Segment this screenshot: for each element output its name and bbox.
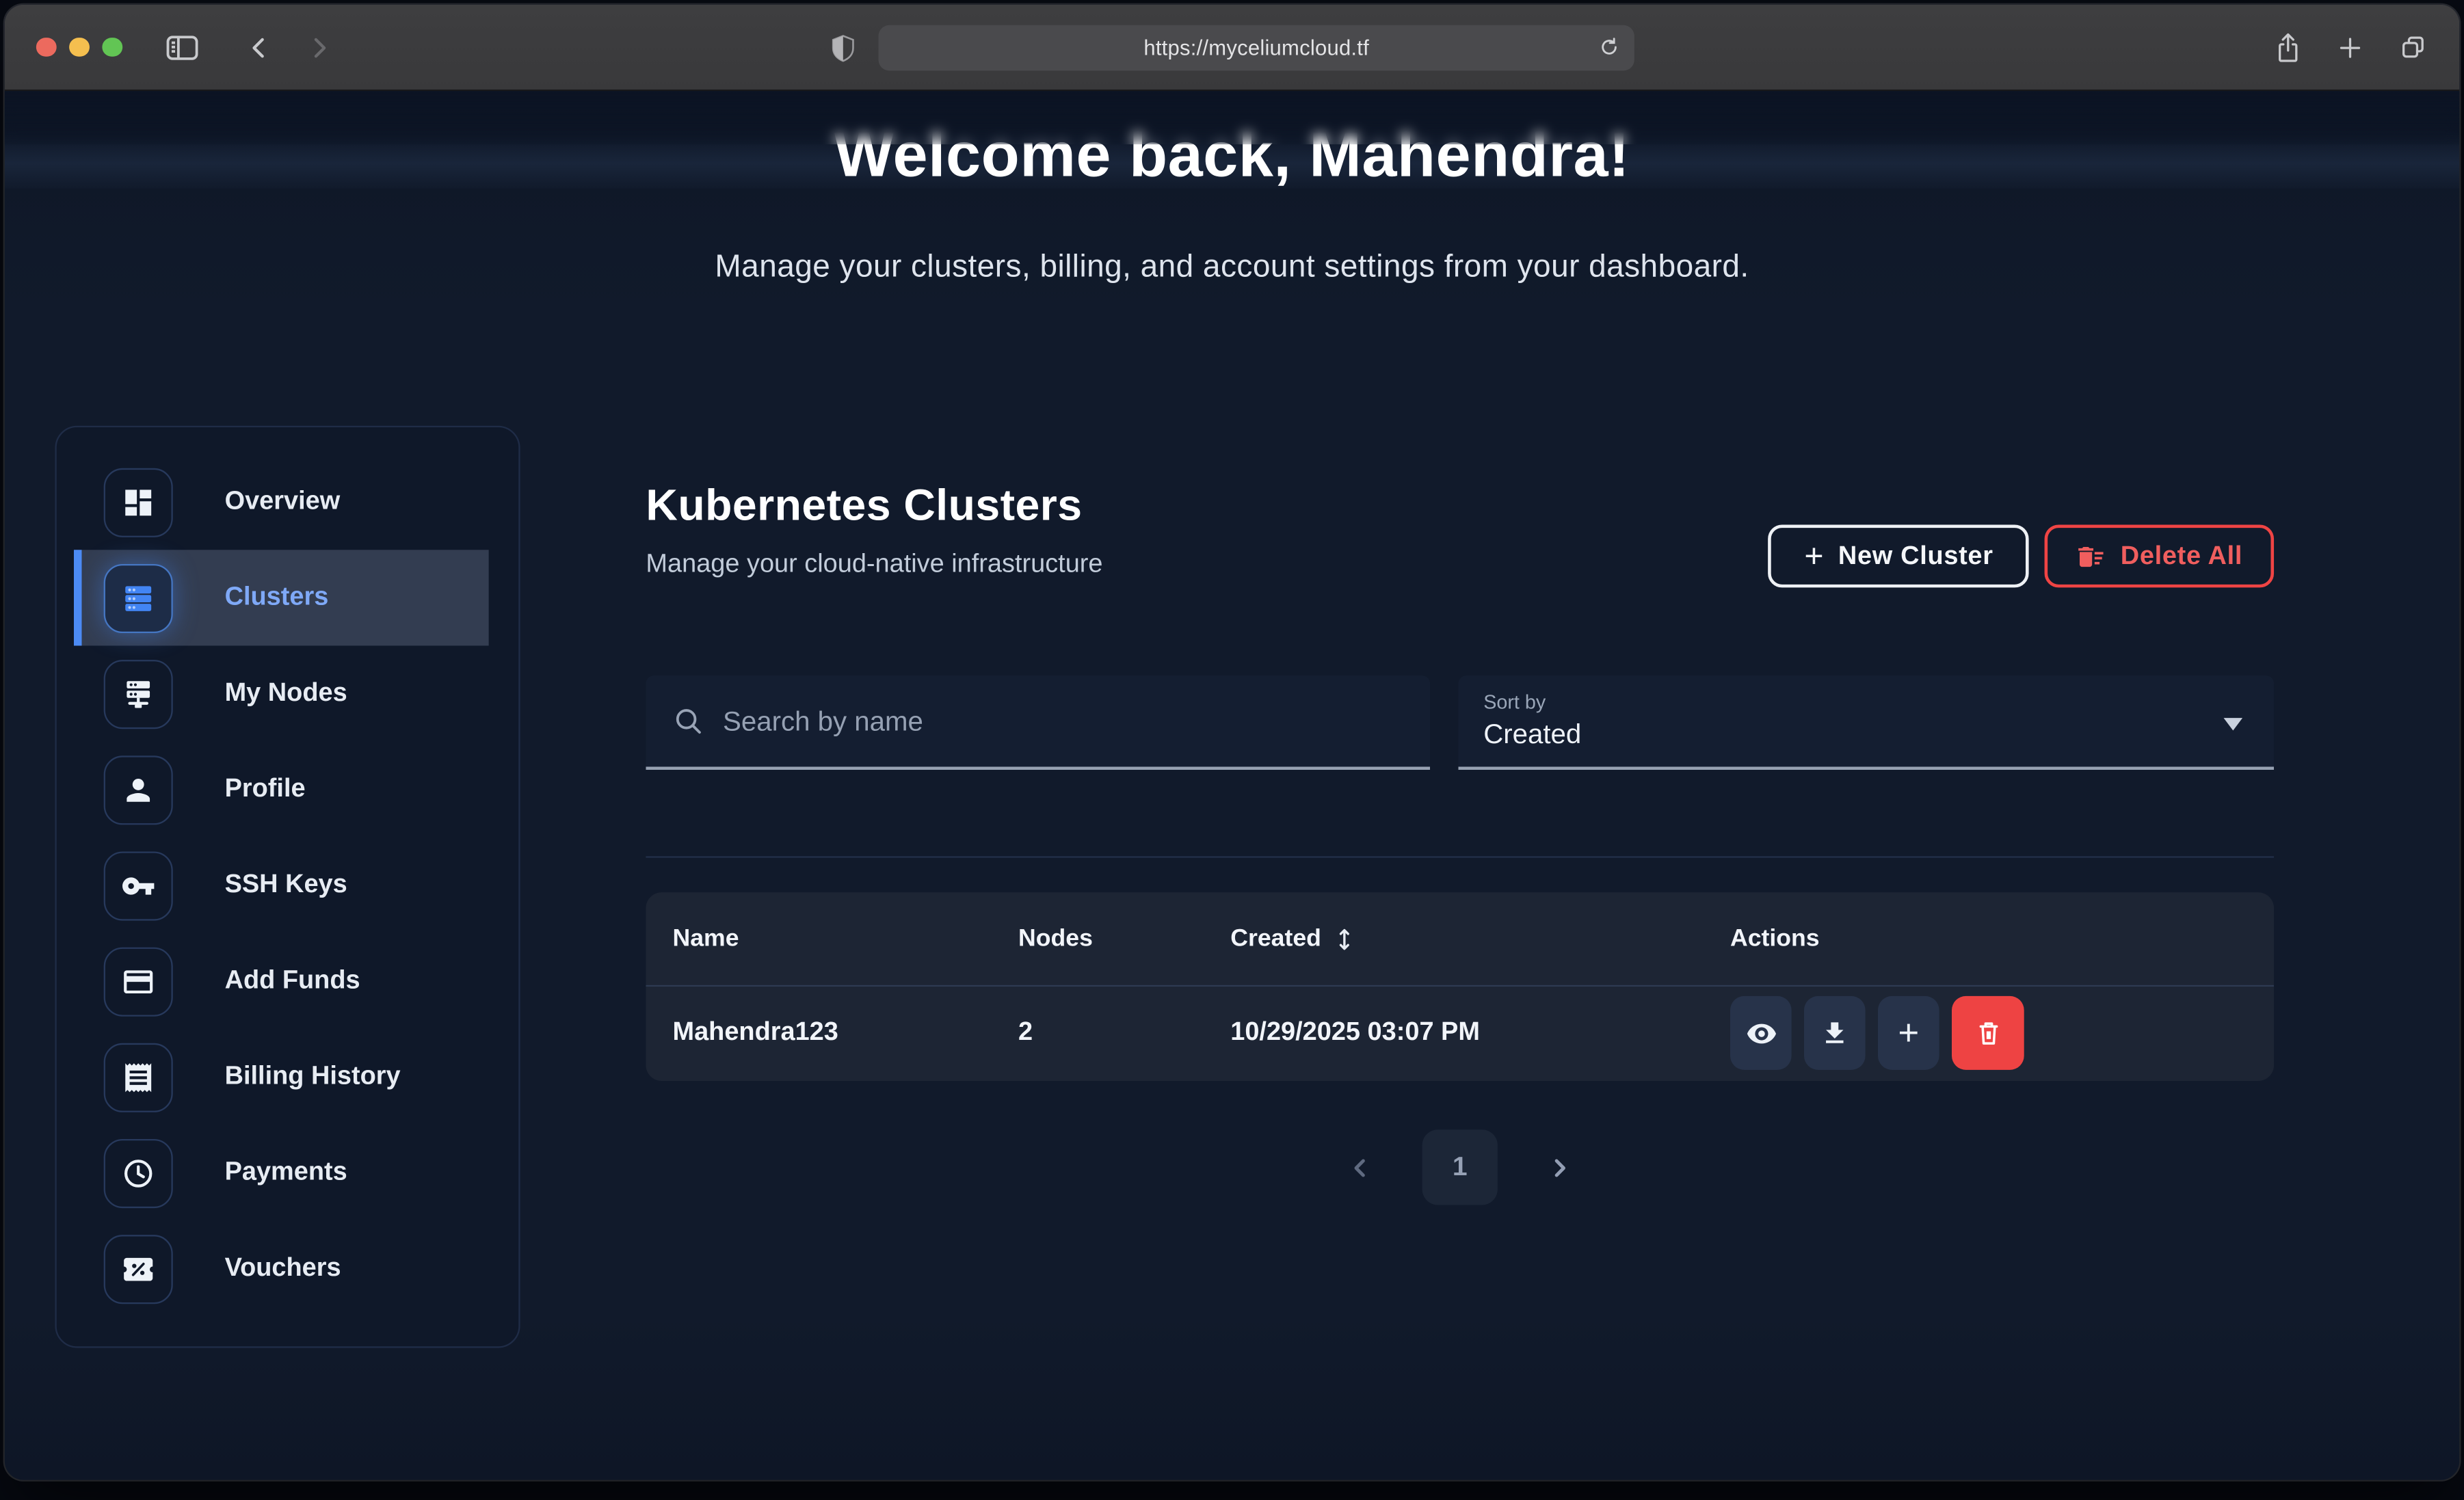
sidebar-item-label: Vouchers [225,1254,341,1284]
page-content: Welcome back, Mahendra! Manage your clus… [5,91,2459,1479]
pagination: 1 [646,1128,2274,1207]
zoom-window-button[interactable] [102,38,122,57]
sidebar-item-label: Payments [225,1158,347,1188]
new-cluster-button[interactable]: + New Cluster [1768,524,2029,587]
sort-select[interactable]: Sort by Created [1458,675,2274,770]
forward-button-icon[interactable] [306,34,332,60]
sidebar-item-payments[interactable]: Payments [74,1125,489,1220]
new-cluster-label: New Cluster [1838,541,1993,572]
column-header-name: Name [673,924,1019,952]
sidebar-item-billing-history[interactable]: Billing History [74,1029,489,1125]
sidebar-item-ssh-keys[interactable]: SSH Keys [74,838,489,933]
sidebar-item-add-funds[interactable]: Add Funds [74,933,489,1029]
sidebar-item-label: Overview [225,487,341,517]
tab-overview-icon[interactable] [2398,33,2428,61]
previous-page-icon[interactable] [1347,1154,1373,1181]
next-page-icon[interactable] [1546,1154,1573,1181]
delete-sweep-icon [2076,541,2106,572]
sort-by-label: Sort by [1483,691,1546,713]
sidebar-item-label: Clusters [225,583,329,613]
page-subtitle: Manage your cloud-native infrastructure [646,550,1102,580]
screen: https://myceliumcloud.tf [0,0,2464,1500]
close-window-button[interactable] [36,38,56,57]
sidebar-item-label: Profile [225,775,306,805]
address-bar[interactable]: https://myceliumcloud.tf [879,25,1634,71]
table-row: Mahendra123 2 10/29/2025 03:07 PM [646,987,2274,1080]
sidebar-item-label: SSH Keys [225,870,347,900]
clusters-table: Name Nodes Created Actions Mahendra123 [646,892,2274,1081]
view-cluster-button[interactable] [1730,996,1792,1070]
page-title: Kubernetes Clusters [646,481,1102,531]
traffic-lights [36,38,122,57]
new-tab-icon[interactable] [2337,34,2363,60]
plus-icon: + [1898,1012,1919,1054]
table-header-row: Name Nodes Created Actions [646,892,2274,987]
search-field[interactable] [646,675,1430,770]
profile-icon [104,755,173,824]
sort-updown-icon [1332,926,1355,952]
back-button-icon[interactable] [244,34,271,60]
sidebar-item-label: Add Funds [225,966,360,996]
nodes-icon [104,659,173,728]
share-icon[interactable] [2274,31,2302,64]
main-header: Kubernetes Clusters Manage your cloud-na… [646,481,2274,587]
download-icon [1820,1018,1850,1048]
clock-icon [104,1138,173,1207]
download-kubeconfig-button[interactable] [1804,996,1866,1070]
caret-down-icon [2224,718,2243,730]
trash-icon [1973,1017,2003,1049]
search-icon [673,706,704,737]
credit-card-icon [104,946,173,1015]
plus-icon: + [1804,539,1824,572]
browser-toolbar: https://myceliumcloud.tf [5,5,2459,91]
column-header-nodes: Nodes [1018,924,1230,952]
main-header-text: Kubernetes Clusters Manage your cloud-na… [646,481,1102,580]
sidebar-item-my-nodes[interactable]: My Nodes [74,645,489,741]
hero-top-fade [5,91,2459,144]
delete-cluster-button[interactable] [1952,996,2024,1070]
key-icon [104,851,173,920]
reload-icon[interactable] [1598,36,1620,66]
add-node-button[interactable]: + [1878,996,1939,1070]
section-divider [646,856,2274,857]
eye-icon [1745,1017,1777,1049]
browser-window: https://myceliumcloud.tf [5,5,2459,1480]
clusters-icon [104,563,173,632]
column-header-actions: Actions [1730,924,2274,952]
search-input[interactable] [723,705,1383,738]
sidebar-item-profile[interactable]: Profile [74,742,489,838]
sidebar: Overview [55,426,520,1348]
cluster-name-cell: Mahendra123 [673,1018,1019,1048]
dashboard-icon [104,468,173,537]
cluster-nodes-cell: 2 [1018,1018,1230,1048]
sidebar-item-clusters[interactable]: Clusters [74,550,489,645]
delete-all-label: Delete All [2121,541,2242,572]
minimize-window-button[interactable] [69,38,89,57]
receipt-icon [104,1043,173,1112]
sidebar-item-label: My Nodes [225,679,347,709]
privacy-shield-icon[interactable] [830,32,856,64]
row-actions: + [1730,996,2274,1070]
page-number-button[interactable]: 1 [1422,1129,1498,1205]
cluster-created-cell: 10/29/2025 03:07 PM [1230,1018,1730,1048]
welcome-subtitle: Manage your clusters, billing, and accou… [5,250,2459,286]
created-header-label: Created [1230,924,1321,952]
delete-all-button[interactable]: Delete All [2045,524,2275,587]
sidebar-item-vouchers[interactable]: Vouchers [74,1220,489,1316]
sort-value: Created [1483,718,1581,751]
sidebar-toggle-icon[interactable] [164,32,199,62]
voucher-icon [104,1234,173,1303]
sidebar-item-overview[interactable]: Overview [74,454,489,550]
sidebar-item-label: Billing History [225,1062,401,1092]
header-buttons: + New Cluster Delete All [1768,524,2274,587]
column-header-created[interactable]: Created [1230,924,1730,952]
url-text: https://myceliumcloud.tf [1143,36,1369,59]
